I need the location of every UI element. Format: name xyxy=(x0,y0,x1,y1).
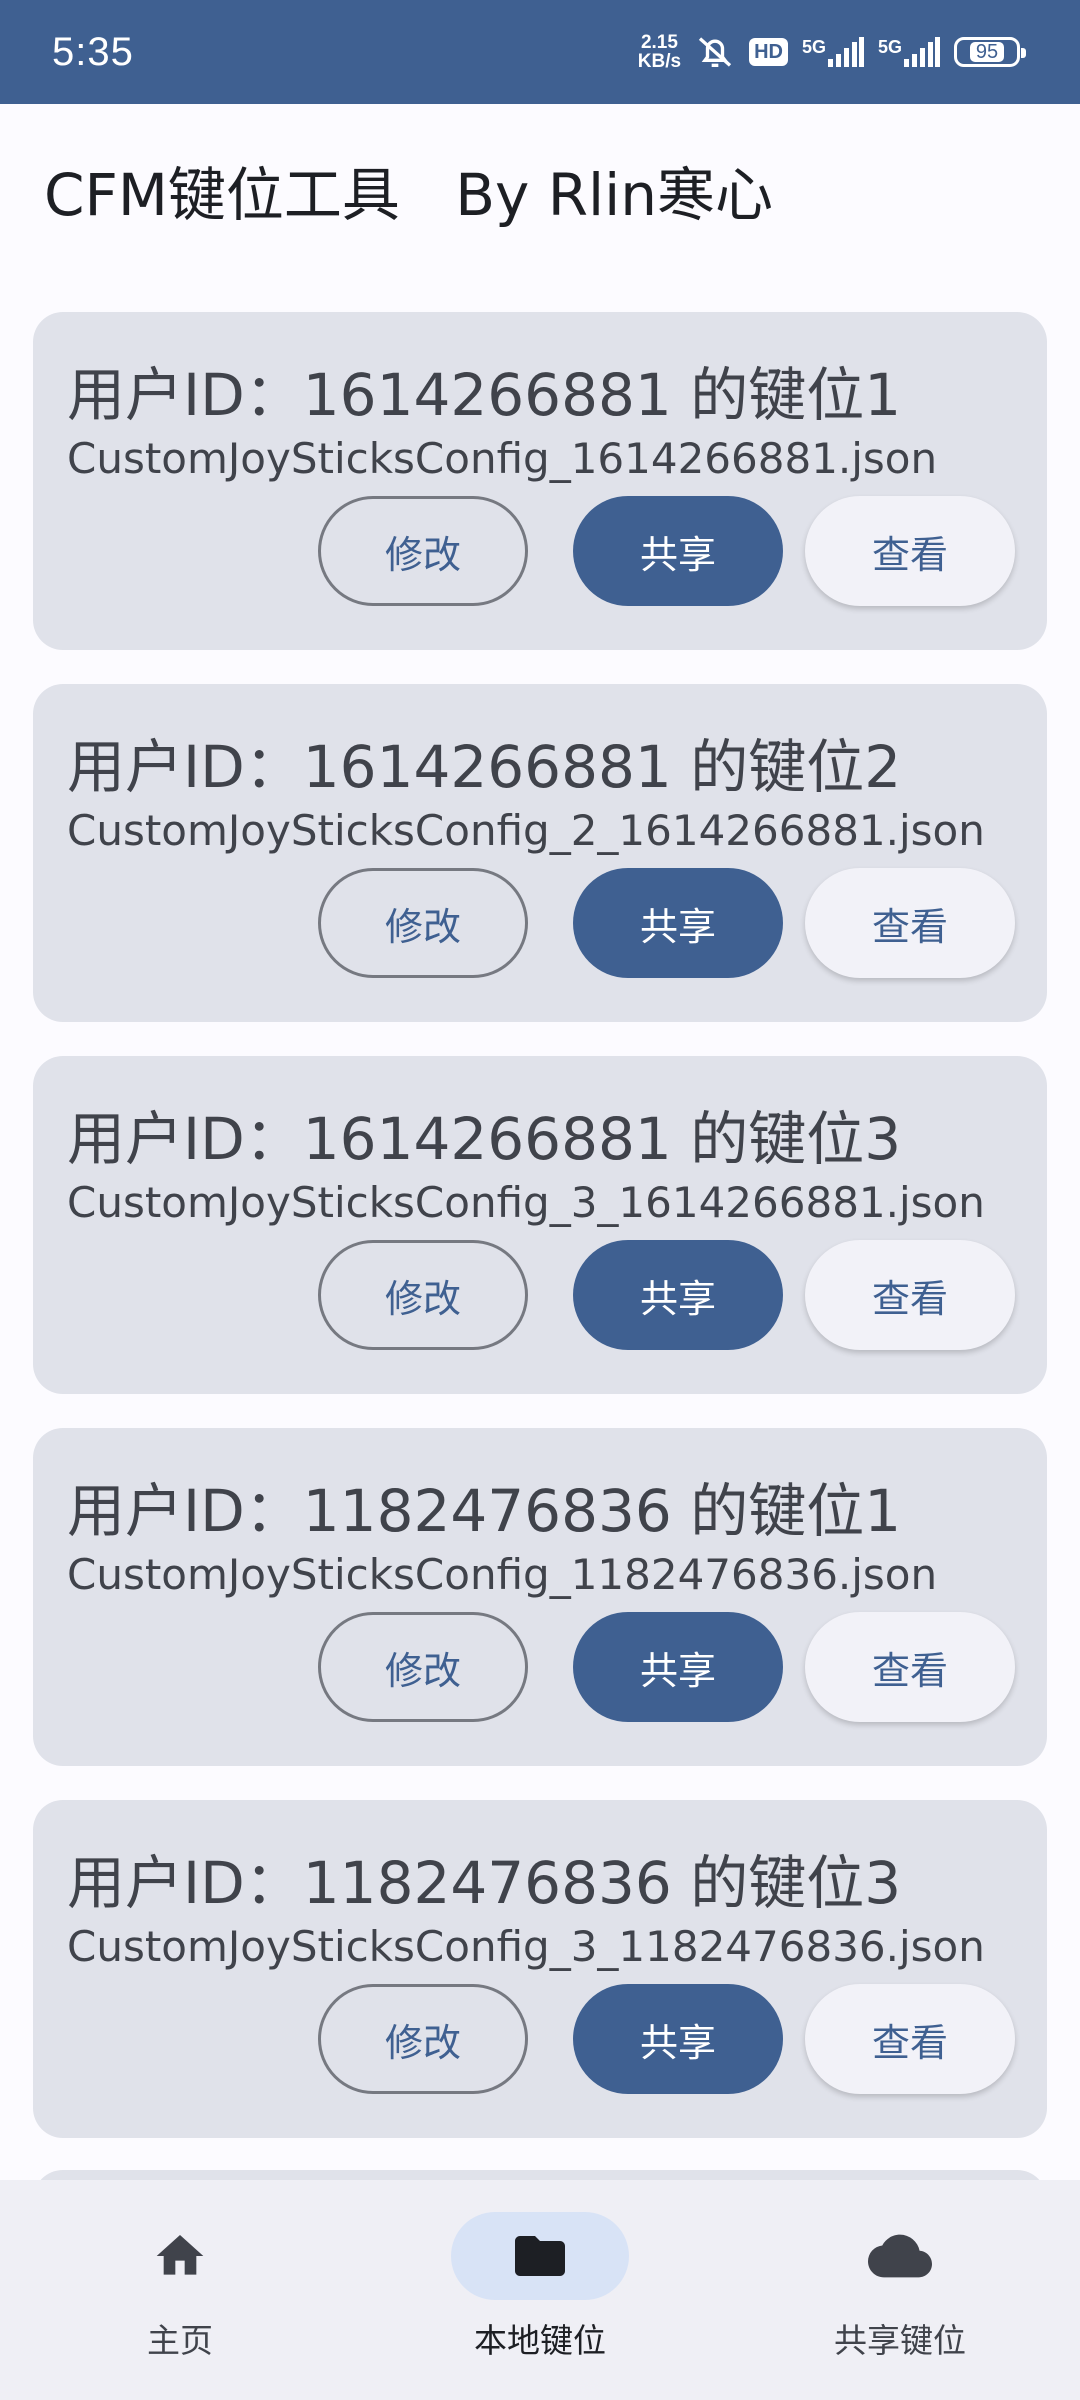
signal-bars-icon xyxy=(827,37,864,67)
nav-label-local-configs: 本地键位 xyxy=(474,2321,606,2360)
page-title: CFM键位工具 By Rlin寒心 xyxy=(44,161,774,229)
status-bar: 5:35 2.15 KB/s HD 5G 5G 95 xyxy=(0,0,1080,104)
share-button[interactable]: 共享 xyxy=(573,1240,783,1350)
folder-icon xyxy=(515,2236,565,2276)
config-filename: CustomJoySticksConfig_2_1614266881.json xyxy=(67,806,985,855)
hd-voice-badge: HD xyxy=(749,38,788,66)
config-title: 用户ID：1182476836 的键位1 xyxy=(67,1477,902,1545)
share-button[interactable]: 共享 xyxy=(573,496,783,606)
config-filename: CustomJoySticksConfig_3_1614266881.json xyxy=(67,1178,985,1227)
list-item[interactable]: 用户ID：1614266881 的键位3 CustomJoySticksConfi… xyxy=(33,1056,1047,1394)
signal-2-label: 5G xyxy=(877,37,902,57)
network-speed-unit: KB/s xyxy=(637,51,682,72)
nav-item-local-configs[interactable]: 本地键位 xyxy=(360,2180,720,2400)
nav-indicator-active xyxy=(451,2212,629,2300)
edit-button[interactable]: 修改 xyxy=(318,1984,528,2094)
config-filename: CustomJoySticksConfig_1614266881.json xyxy=(67,434,938,483)
nav-item-shared-configs[interactable]: 共享键位 xyxy=(720,2180,1080,2400)
view-button[interactable]: 查看 xyxy=(805,868,1015,978)
view-button[interactable]: 查看 xyxy=(805,1612,1015,1722)
nav-label-shared-configs: 共享键位 xyxy=(834,2321,966,2360)
status-icons: 2.15 KB/s HD 5G 5G 95 xyxy=(638,32,1026,72)
view-button[interactable]: 查看 xyxy=(805,496,1015,606)
config-title: 用户ID：1182476836 的键位3 xyxy=(67,1849,902,1917)
bell-muted-icon xyxy=(695,32,735,72)
list-item[interactable]: 用户ID：1182476836 的键位1 CustomJoySticksConfi… xyxy=(33,1428,1047,1766)
list-item[interactable]: 用户ID：1614266881 的键位1 CustomJoySticksConfi… xyxy=(33,312,1047,650)
list-item[interactable]: 用户ID：1182476836 的键位3 CustomJoySticksConfi… xyxy=(33,1800,1047,2138)
edit-button[interactable]: 修改 xyxy=(318,1612,528,1722)
status-time: 5:35 xyxy=(52,29,134,74)
signal-bars-icon xyxy=(904,37,940,67)
bottom-navigation: 主页 本地键位 共享键位 xyxy=(0,2180,1080,2400)
config-filename: CustomJoySticksConfig_1182476836.json xyxy=(67,1550,938,1599)
signal-2: 5G xyxy=(878,37,940,67)
nav-label-home: 主页 xyxy=(147,2321,213,2360)
list-item[interactable]: 用户ID：1614266881 的键位2 CustomJoySticksConfi… xyxy=(33,684,1047,1022)
view-button[interactable]: 查看 xyxy=(805,1984,1015,2094)
signal-1-label: 5G xyxy=(801,37,826,57)
signal-1: 5G xyxy=(802,37,864,67)
edit-button[interactable]: 修改 xyxy=(318,496,528,606)
config-filename: CustomJoySticksConfig_3_1182476836.json xyxy=(67,1922,985,1971)
config-title: 用户ID：1614266881 的键位1 xyxy=(67,361,902,429)
edit-button[interactable]: 修改 xyxy=(318,1240,528,1350)
battery-level: 95 xyxy=(969,42,1005,62)
nav-indicator xyxy=(91,2212,269,2300)
share-button[interactable]: 共享 xyxy=(573,1984,783,2094)
cloud-icon xyxy=(868,2234,932,2278)
battery-icon: 95 xyxy=(954,37,1026,67)
config-list[interactable]: 用户ID：1614266881 的键位1 CustomJoySticksConfi… xyxy=(33,312,1047,2172)
network-speed-value: 2.15 xyxy=(640,32,678,53)
network-speed: 2.15 KB/s xyxy=(638,33,681,71)
view-button[interactable]: 查看 xyxy=(805,1240,1015,1350)
config-title: 用户ID：1614266881 的键位3 xyxy=(67,1105,902,1173)
share-button[interactable]: 共享 xyxy=(573,868,783,978)
home-icon xyxy=(156,2235,204,2275)
nav-item-home[interactable]: 主页 xyxy=(0,2180,360,2400)
edit-button[interactable]: 修改 xyxy=(318,868,528,978)
share-button[interactable]: 共享 xyxy=(573,1612,783,1722)
nav-indicator xyxy=(811,2212,989,2300)
config-title: 用户ID：1614266881 的键位2 xyxy=(67,733,902,801)
